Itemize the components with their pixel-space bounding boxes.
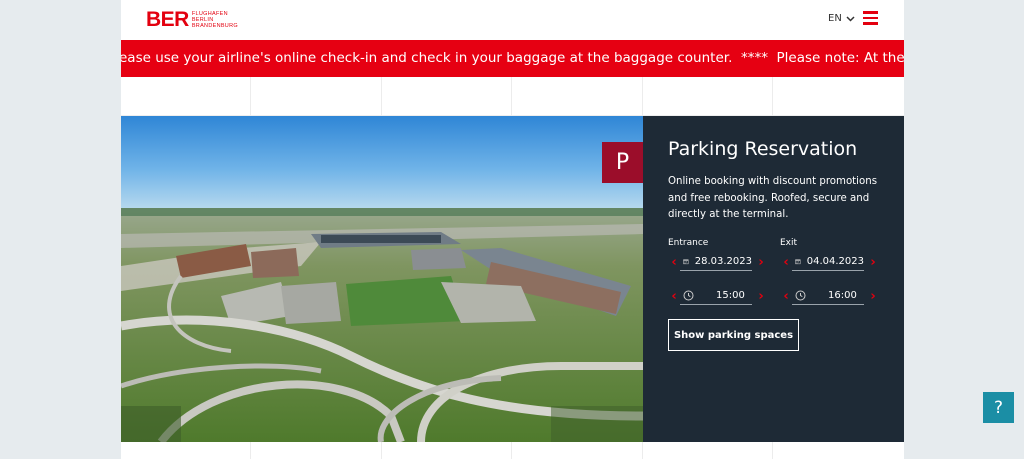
entrance-time-prev-icon[interactable]: ‹ <box>668 289 680 304</box>
entrance-date-value: 28.03.2023 <box>694 256 752 267</box>
entrance-date-next-icon[interactable]: › <box>755 255 767 270</box>
entrance-time-field[interactable]: 15:00 <box>680 287 752 305</box>
chevron-down-icon <box>846 15 855 22</box>
parking-description: Online booking with discount promotions … <box>668 176 878 220</box>
exit-date-field[interactable]: 04.04.2023 <box>792 253 864 271</box>
exit-date-picker: ‹ 04.04.2023 › <box>780 252 879 272</box>
page-container: BER FLUGHAFEN BERLIN BRANDENBURG EN ease… <box>121 0 904 459</box>
menu-icon[interactable] <box>863 11 878 25</box>
exit-time-picker: ‹ 16:00 › <box>780 286 879 306</box>
logo-subtitle: FLUGHAFEN BERLIN BRANDENBURG <box>192 11 238 29</box>
exit-time-field[interactable]: 16:00 <box>792 287 864 305</box>
calendar-icon <box>795 259 801 265</box>
calendar-icon <box>683 259 689 265</box>
entrance-label: Entrance <box>668 238 709 248</box>
exit-time-next-icon[interactable]: › <box>867 289 879 304</box>
entrance-time-picker: ‹ 15:00 › <box>668 286 767 306</box>
clock-icon <box>683 290 694 301</box>
exit-date-next-icon[interactable]: › <box>867 255 879 270</box>
parking-badge: P <box>602 142 643 183</box>
decorative-grid-bottom <box>121 442 904 459</box>
entrance-time-value: 15:00 <box>716 290 745 301</box>
language-selector[interactable]: EN <box>828 13 855 24</box>
entrance-date-field[interactable]: 28.03.2023 <box>680 253 752 271</box>
exit-time-prev-icon[interactable]: ‹ <box>780 289 792 304</box>
exit-time-value: 16:00 <box>828 290 857 301</box>
entrance-date-prev-icon[interactable]: ‹ <box>668 255 680 270</box>
ticker-text: ease use your airline's online check-in … <box>121 50 904 66</box>
decorative-grid <box>121 77 904 116</box>
exit-date-prev-icon[interactable]: ‹ <box>780 255 792 270</box>
parking-reservation-panel: P Parking Reservation Online booking wit… <box>602 116 904 442</box>
exit-label: Exit <box>780 238 798 248</box>
exit-date-value: 04.04.2023 <box>806 256 864 267</box>
logo-mark: BER <box>146 8 189 31</box>
language-label: EN <box>828 13 842 24</box>
logo-sub-line: BRANDENBURG <box>191 22 238 29</box>
announcement-ticker: ease use your airline's online check-in … <box>121 40 904 77</box>
entrance-date-picker: ‹ 28.03.2023 › <box>668 252 767 272</box>
site-header: BER FLUGHAFEN BERLIN BRANDENBURG EN <box>121 0 904 40</box>
ber-logo[interactable]: BER FLUGHAFEN BERLIN BRANDENBURG <box>146 9 238 30</box>
parking-title: Parking Reservation <box>668 138 858 160</box>
help-button[interactable]: ? <box>983 392 1014 423</box>
clock-icon <box>795 290 806 301</box>
entrance-time-next-icon[interactable]: › <box>755 289 767 304</box>
hero-image-airport <box>121 116 643 442</box>
show-parking-spaces-button[interactable]: Show parking spaces <box>668 319 799 351</box>
